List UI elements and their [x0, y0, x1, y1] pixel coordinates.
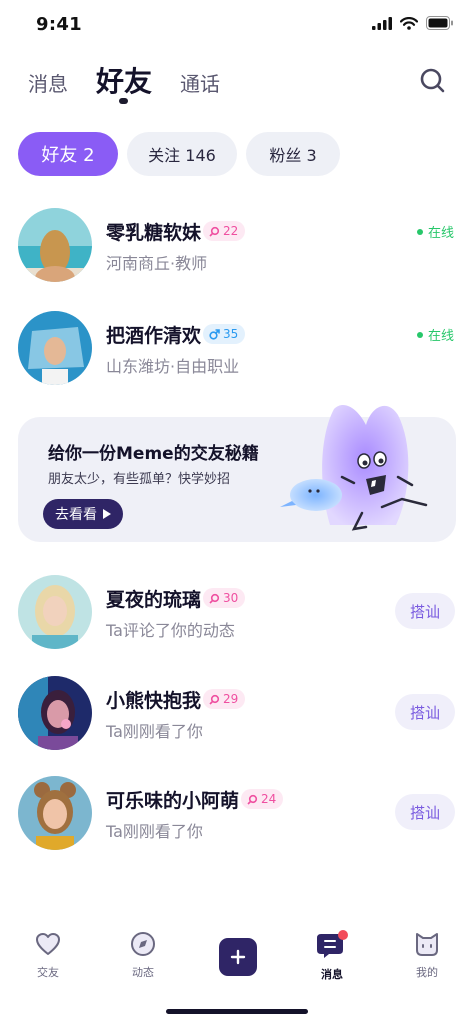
chat-button[interactable]: 搭讪	[395, 794, 455, 830]
chat-button[interactable]: 搭讪	[395, 694, 455, 730]
age-badge: 24	[241, 789, 284, 809]
online-label: 在线	[427, 226, 454, 241]
friend-name: 把酒作清欢	[106, 325, 202, 347]
contact-row[interactable]: 小熊快抱我 29 Ta刚刚看了你 搭讪	[0, 676, 474, 764]
tabbar-label: 交友	[37, 966, 59, 979]
female-icon	[209, 226, 220, 237]
online-dot-icon	[416, 331, 423, 338]
avatar[interactable]	[18, 208, 92, 282]
search-button[interactable]	[418, 66, 448, 96]
promo-button-label: 去看看	[55, 507, 97, 523]
top-tabs: 消息 好友 通话	[0, 58, 474, 108]
pill-friends[interactable]: 好友 2	[18, 132, 118, 176]
tab-calls[interactable]: 通话	[180, 68, 220, 97]
create-post-button[interactable]	[219, 938, 257, 976]
tab-messages[interactable]: 消息	[28, 68, 68, 97]
chat-button[interactable]: 搭讪	[395, 593, 455, 629]
pill-following[interactable]: 关注 146	[127, 132, 237, 176]
contact-name: 可乐味的小阿萌	[106, 790, 240, 812]
contact-name: 小熊快抱我	[106, 690, 202, 712]
signal-icon	[372, 16, 392, 30]
mascot-illustration	[280, 404, 428, 531]
battery-icon	[426, 16, 453, 30]
online-status: 在线	[416, 325, 454, 344]
online-label: 在线	[427, 329, 454, 344]
contact-activity: Ta刚刚看了你	[106, 722, 203, 741]
promo-title: 给你一份Meme的交友秘籍	[48, 444, 259, 464]
friend-row[interactable]: 零乳糖软妹 22 河南商丘·教师 在线	[0, 208, 474, 296]
friend-location: 山东潍坊·自由职业	[106, 357, 240, 376]
tabbar-label: 动态	[132, 966, 154, 979]
tabbar-item-friends[interactable]: 交友	[18, 930, 78, 985]
plus-icon	[230, 949, 246, 965]
male-icon	[209, 328, 220, 340]
age-value: 22	[223, 224, 239, 238]
filter-pills: 好友 2 关注 146 粉丝 3	[18, 132, 340, 176]
search-icon	[420, 68, 445, 93]
promo-subtitle: 朋友太少，有些孤单？快学妙招	[48, 472, 231, 487]
friend-location: 河南商丘·教师	[106, 254, 208, 273]
contact-activity: Ta刚刚看了你	[106, 822, 203, 841]
contact-activity: Ta评论了你的动态	[106, 621, 235, 640]
age-value: 35	[223, 327, 239, 341]
promo-card[interactable]: 给你一份Meme的交友秘籍 朋友太少，有些孤单？快学妙招 去看看	[18, 404, 456, 542]
contact-row[interactable]: 夏夜的琉璃 30 Ta评论了你的动态 搭讪	[0, 575, 474, 663]
tab-friends[interactable]: 好友	[96, 60, 152, 100]
age-badge: 30	[203, 588, 246, 608]
active-tab-indicator	[119, 98, 128, 104]
online-dot-icon	[416, 228, 423, 235]
avatar[interactable]	[18, 676, 92, 750]
contact-row[interactable]: 可乐味的小阿萌 24 Ta刚刚看了你 搭讪	[0, 776, 474, 864]
contact-name: 夏夜的琉璃	[106, 589, 202, 611]
cat-face-icon	[416, 933, 438, 956]
female-icon	[209, 593, 220, 604]
age-badge: 35	[203, 324, 246, 344]
tabbar-label: 我的	[416, 966, 438, 979]
tabbar-item-profile[interactable]: 我的	[397, 930, 457, 985]
female-icon	[247, 794, 258, 805]
message-icon	[317, 930, 348, 958]
age-value: 30	[223, 591, 239, 605]
status-icons	[372, 16, 454, 30]
friend-name: 零乳糖软妹	[106, 222, 202, 244]
heart-icon	[36, 933, 60, 955]
notification-dot-icon	[338, 930, 348, 940]
home-indicator	[166, 1009, 308, 1014]
avatar[interactable]	[18, 776, 92, 850]
play-triangle-icon	[103, 509, 111, 519]
age-value: 24	[261, 792, 277, 806]
promo-button[interactable]: 去看看	[43, 499, 123, 529]
wifi-icon	[400, 16, 418, 30]
tabbar-item-messages[interactable]: 消息	[302, 930, 362, 985]
pill-followers[interactable]: 粉丝 3	[246, 132, 340, 176]
tabbar-label: 消息	[321, 968, 343, 981]
age-badge: 22	[203, 221, 246, 241]
avatar[interactable]	[18, 575, 92, 649]
friend-row[interactable]: 把酒作清欢 35 山东潍坊·自由职业 在线	[0, 311, 474, 399]
age-value: 29	[223, 692, 239, 706]
status-bar: 9:41	[0, 0, 474, 50]
compass-icon	[131, 932, 155, 956]
female-icon	[209, 694, 220, 705]
age-badge: 29	[203, 689, 246, 709]
bottom-tab-bar: 交友 动态 消息 我的	[0, 930, 474, 990]
online-status: 在线	[416, 222, 454, 241]
status-time: 9:41	[36, 14, 82, 35]
tabbar-item-moments[interactable]: 动态	[113, 930, 173, 985]
avatar[interactable]	[18, 311, 92, 385]
